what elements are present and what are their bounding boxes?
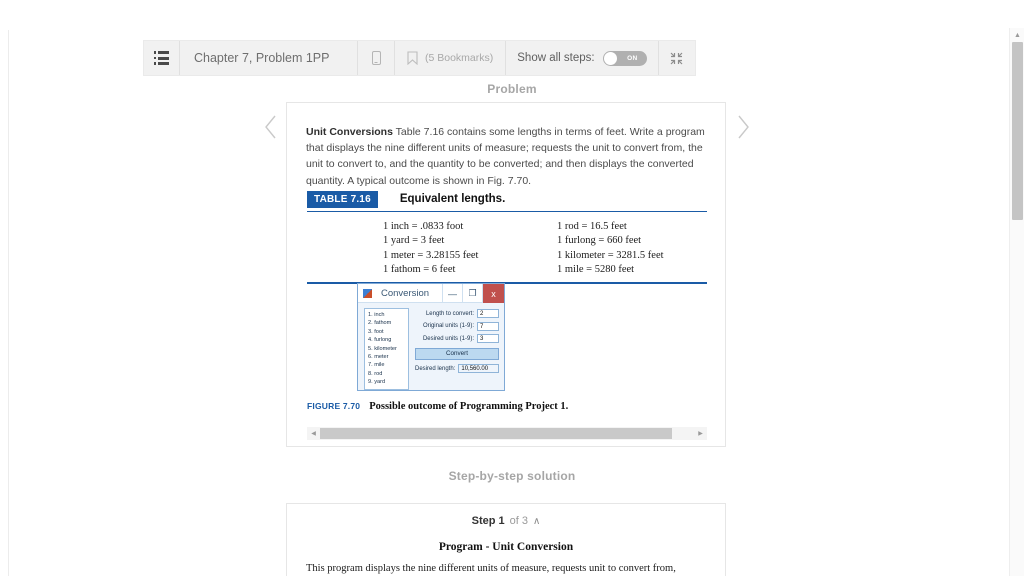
bookmark-icon (407, 51, 418, 65)
chevron-up-icon[interactable]: ∧ (533, 516, 540, 527)
dialog-form: Length to convert: 2 Original units (1-9… (415, 308, 499, 390)
desired-units-input: 3 (477, 334, 499, 343)
table-left-column: 1 inch = .0833 foot 1 yard = 3 feet 1 me… (383, 221, 523, 275)
table-row: 1 furlong = 660 feet (557, 235, 642, 247)
original-units-field: Original units (1-9): 7 (415, 321, 499, 331)
vscroll-thumb[interactable] (1012, 42, 1023, 220)
left-divider (8, 30, 9, 576)
table-row: 1 meter = 3.28155 feet (383, 249, 479, 261)
menu-button[interactable] (144, 41, 180, 75)
conversion-dialog-figure: Conversion — ❐ x 1. inch 2. fathom 3. fo… (357, 283, 505, 391)
problem-lead-in: Unit Conversions (306, 126, 393, 138)
list-item: 2. fathom (368, 320, 392, 327)
dialog-body: 1. inch 2. fathom 3. foot 4. furlong 5. … (358, 303, 504, 395)
step-card: Step 1 of 3 ∧ Program - Unit Conversion … (286, 503, 726, 576)
table-right-column: 1 rod = 16.5 feet 1 furlong = 660 feet 1… (557, 221, 697, 275)
list-item: 4. furlong (368, 337, 392, 344)
windows-app-icon (363, 288, 372, 298)
desired-units-label: Desired units (1-9): (422, 335, 474, 342)
table-row: 1 fathom = 6 feet (383, 264, 456, 276)
dialog-window-buttons: — ❐ x (442, 284, 504, 303)
bookmarks-button[interactable]: (5 Bookmarks) (395, 41, 507, 75)
list-item: 7. mile (368, 362, 385, 369)
table-body: 1 inch = .0833 foot 1 yard = 3 feet 1 me… (307, 212, 707, 282)
figure-caption: FIGURE 7.70 Possible outcome of Programmi… (307, 401, 568, 412)
list-item: 3. foot (368, 328, 384, 335)
length-to-convert-input: 2 (477, 309, 499, 318)
page-vertical-scrollbar[interactable]: ▲ (1009, 28, 1024, 576)
list-item: 9. yard (368, 379, 386, 386)
table-row: 1 yard = 3 feet (383, 235, 445, 247)
collapse-button[interactable] (659, 41, 695, 75)
show-all-steps-toggle[interactable]: ON (602, 50, 647, 66)
list-item: 8. rod (368, 370, 383, 377)
table-row: 1 kilometer = 3281.5 feet (557, 249, 664, 261)
table-header: TABLE 7.16 Equivalent lengths. (307, 191, 707, 208)
step-body-text: This program displays the nine different… (306, 563, 676, 574)
problem-toolbar: Chapter 7, Problem 1PP (5 Bookmarks) Sho… (143, 40, 696, 76)
dialog-minimize-button: — (442, 284, 462, 303)
scroll-right-arrow[interactable]: ▶ (694, 427, 707, 440)
show-all-steps-control: Show all steps: ON (506, 41, 659, 75)
toggle-knob (603, 51, 617, 65)
list-icon (153, 51, 170, 65)
problem-statement: Unit Conversions Table 7.16 contains som… (306, 124, 710, 189)
problem-card: Unit Conversions Table 7.16 contains som… (286, 102, 726, 447)
list-item: 5. kilometer (368, 345, 397, 352)
figure-caption-text: Possible outcome of Programming Project … (369, 401, 569, 412)
equivalent-lengths-table: TABLE 7.16 Equivalent lengths. 1 inch = … (307, 191, 707, 284)
figure-number: FIGURE 7.70 (307, 401, 361, 411)
dialog-close-button: x (482, 284, 504, 303)
step-total: of 3 (509, 515, 529, 527)
solution-section-label: Step-by-step solution (448, 469, 576, 483)
desired-length-result: Desired length: 10,560.00 (415, 364, 499, 373)
table-caption: Equivalent lengths. (399, 193, 506, 206)
length-to-convert-field: Length to convert: 2 (415, 309, 499, 318)
convert-button: Convert (415, 347, 499, 360)
mobile-view-button[interactable] (358, 41, 395, 75)
show-all-steps-label: Show all steps: (517, 52, 595, 64)
desired-length-value: 10,560.00 (458, 364, 499, 373)
scroll-up-arrow[interactable]: ▲ (1010, 28, 1024, 42)
chapter-problem-title: Chapter 7, Problem 1PP (180, 41, 358, 75)
chevron-right-icon (738, 115, 749, 139)
length-to-convert-label: Length to convert: (425, 310, 474, 317)
original-units-label: Original units (1-9): (422, 323, 474, 329)
dialog-title: Conversion (381, 287, 430, 299)
step-number: Step 1 (471, 515, 505, 527)
collapse-icon (670, 52, 683, 64)
next-problem-button[interactable] (735, 114, 751, 145)
scroll-left-arrow[interactable]: ◀ (307, 427, 320, 440)
table-number-badge: TABLE 7.16 (307, 191, 378, 208)
table-row: 1 mile = 5280 feet (557, 264, 635, 276)
hscroll-track[interactable] (320, 427, 694, 440)
problem-horizontal-scrollbar[interactable]: ◀ ▶ (307, 427, 707, 440)
toggle-state-label: ON (627, 54, 638, 62)
dialog-unit-list: 1. inch 2. fathom 3. foot 4. furlong 5. … (364, 308, 409, 390)
desired-length-label: Desired length: (415, 365, 456, 372)
dialog-titlebar: Conversion — ❐ x (358, 284, 504, 303)
page-root: Chapter 7, Problem 1PP (5 Bookmarks) Sho… (0, 0, 1024, 576)
table-row: 1 rod = 16.5 feet (557, 221, 627, 232)
previous-problem-button[interactable] (263, 114, 279, 145)
list-item: 1. inch (368, 312, 385, 318)
mobile-device-icon (371, 51, 381, 65)
desired-units-field: Desired units (1-9): 3 (415, 334, 499, 343)
problem-section-label: Problem (487, 82, 537, 96)
hscroll-thumb[interactable] (320, 428, 672, 439)
bookmarks-count-label: (5 Bookmarks) (425, 52, 494, 64)
list-item: 6. meter (368, 354, 389, 361)
original-units-input: 7 (477, 321, 499, 331)
dialog-maximize-button: ❐ (462, 284, 482, 303)
step-header[interactable]: Step 1 of 3 ∧ (287, 504, 725, 527)
table-row: 1 inch = .0833 foot (383, 221, 464, 232)
step-title: Program - Unit Conversion (438, 541, 574, 553)
chevron-left-icon (265, 115, 276, 139)
